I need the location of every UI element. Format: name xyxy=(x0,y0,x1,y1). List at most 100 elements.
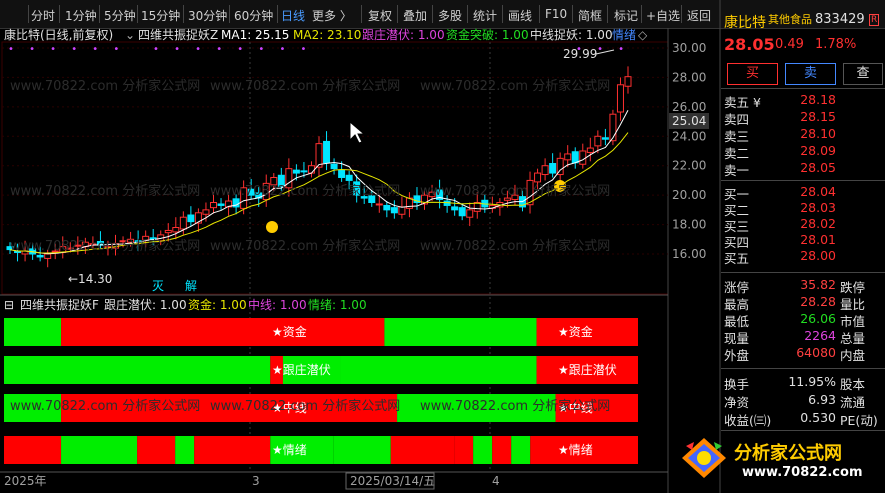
mouse-cursor-icon xyxy=(349,120,366,144)
zhongxian-label: 中线捉妖: 1.00 xyxy=(530,28,613,42)
candle-body xyxy=(594,135,602,147)
candle-body xyxy=(44,253,52,259)
price-tick: 18.00 xyxy=(672,218,706,232)
buy-button[interactable]: 买 xyxy=(727,63,778,85)
quote-divider xyxy=(721,368,885,369)
bid-row-3-value: 28.01 xyxy=(800,232,836,247)
band-segment xyxy=(390,436,455,464)
bid-row-4-value: 28.00 xyxy=(800,248,836,263)
quote-sector: 其他食品 xyxy=(768,13,812,26)
watermark: www.70822.com 分析家公式网 xyxy=(420,398,610,414)
sub-qingxu: 情绪: 1.00 xyxy=(308,298,367,312)
stat2-row-0-right: 股本 xyxy=(840,377,866,392)
dot-markers-right: • • • xyxy=(576,44,631,55)
candle-body xyxy=(586,147,594,153)
band-segment xyxy=(4,356,271,384)
candle-body xyxy=(345,174,353,181)
chart-stock-title: 康比特(日线,前复权) xyxy=(4,28,114,42)
stat-row-1-value: 28.28 xyxy=(800,294,836,309)
smiley-icon xyxy=(266,221,278,233)
band-segment xyxy=(384,318,537,346)
ma1-label: MA1: 25.15 xyxy=(221,28,290,42)
ask-row-3-value: 28.09 xyxy=(800,143,836,158)
query-button[interactable]: 查 xyxy=(843,63,883,85)
indicator-name[interactable]: 四维共振捉妖Z xyxy=(138,28,218,42)
candle-body xyxy=(451,206,459,211)
band-segment xyxy=(511,436,531,464)
candle-body xyxy=(323,140,331,164)
quote-code: 833429 xyxy=(815,12,865,27)
bid-row-1-value: 28.03 xyxy=(800,200,836,215)
price-tick: 16.00 xyxy=(672,247,706,261)
sub-indicator-name[interactable]: 四维共振捉妖F xyxy=(20,298,99,312)
candle-body xyxy=(534,172,542,183)
date-label: 2025年 xyxy=(4,474,47,488)
candle-body xyxy=(398,206,406,215)
tag-label: 情绪 xyxy=(612,28,637,42)
candle-body xyxy=(458,207,466,217)
quote-divider xyxy=(721,180,885,181)
candle-body xyxy=(609,113,617,142)
band-segment xyxy=(340,356,537,384)
watermark: www.70822.com 分析家公式网 xyxy=(420,78,610,94)
watermark: www.70822.com 分析家公式网 xyxy=(10,78,200,94)
sub-zhuang: 跟庄潜伏: 1.00 xyxy=(104,298,187,312)
current-price-label: 25.04 xyxy=(672,114,706,128)
quote-divider xyxy=(721,272,885,273)
candle-body xyxy=(164,229,172,234)
stat2-row-2-right: PE(动) xyxy=(840,413,878,428)
price-tick: 20.00 xyxy=(672,188,706,202)
watermark: www.70822.com 分析家公式网 xyxy=(10,183,200,199)
dot-markers-mid: • • • • • • • • xyxy=(153,44,313,55)
chevron-down-icon[interactable]: ⌄ xyxy=(125,28,135,42)
stat-row-4-value: 64080 xyxy=(796,345,836,360)
stat2-row-1-label: 净资 xyxy=(724,395,750,410)
candle-body xyxy=(292,169,300,174)
band-label: ★资金 xyxy=(272,324,307,339)
quote-change: 0.49 xyxy=(775,37,804,52)
candle-body xyxy=(300,170,308,173)
low-label: ←14.30 xyxy=(68,272,112,286)
band-segment xyxy=(4,436,62,464)
stat-row-4-right: 内盘 xyxy=(840,348,866,363)
candle-body xyxy=(466,209,474,218)
dot-markers-left: • • • • • • xyxy=(8,44,126,55)
stat2-row-1-right: 流通 xyxy=(840,395,866,410)
watermark: www.70822.com 分析家公式网 xyxy=(210,398,400,414)
band-segment xyxy=(137,436,176,464)
sell-button[interactable]: 卖 xyxy=(785,63,836,85)
stat-row-4-label: 外盘 xyxy=(724,348,750,363)
watermark: www.70822.com 分析家公式网 xyxy=(420,183,610,199)
band-label-right: ★情绪 xyxy=(558,443,593,457)
candle-body xyxy=(209,202,217,209)
date-label: 4 xyxy=(492,474,500,488)
stat2-row-2-label: 收益(㈢) xyxy=(724,413,772,428)
band-label: ★跟庄潜伏 xyxy=(272,362,331,377)
watermark: www.70822.com 分析家公式网 xyxy=(210,78,400,94)
stat2-row-1-value: 6.93 xyxy=(808,392,836,407)
logo-icon xyxy=(678,436,730,480)
band-segment xyxy=(333,436,391,464)
quote-divider xyxy=(721,88,885,89)
stat-row-0-value: 35.82 xyxy=(800,277,836,292)
band-segment xyxy=(194,436,271,464)
candle-body xyxy=(579,150,587,165)
watermark: www.70822.com 分析家公式网 xyxy=(10,398,200,414)
candle-body xyxy=(172,227,180,233)
band-segment xyxy=(473,436,493,464)
diamond-icon: ◇ xyxy=(638,28,648,42)
ma2-label: MA2: 23.10 xyxy=(293,28,362,42)
candle-body xyxy=(375,203,383,206)
ask-row-0-value: 28.18 xyxy=(800,92,836,107)
candle-body xyxy=(315,143,323,168)
quote-divider xyxy=(721,430,885,431)
date-label: 2025/03/14/五 xyxy=(350,474,435,488)
ask-row-1-value: 28.15 xyxy=(800,109,836,124)
ask-row-4-value: 28.05 xyxy=(800,160,836,175)
stat-row-2-value: 26.06 xyxy=(800,311,836,326)
band-segment xyxy=(4,318,62,346)
candle-body xyxy=(338,169,346,178)
sub-zijin: 资金: 1.00 xyxy=(188,298,247,312)
quote-name: 康比特 xyxy=(724,15,766,31)
band-segment xyxy=(492,436,512,464)
